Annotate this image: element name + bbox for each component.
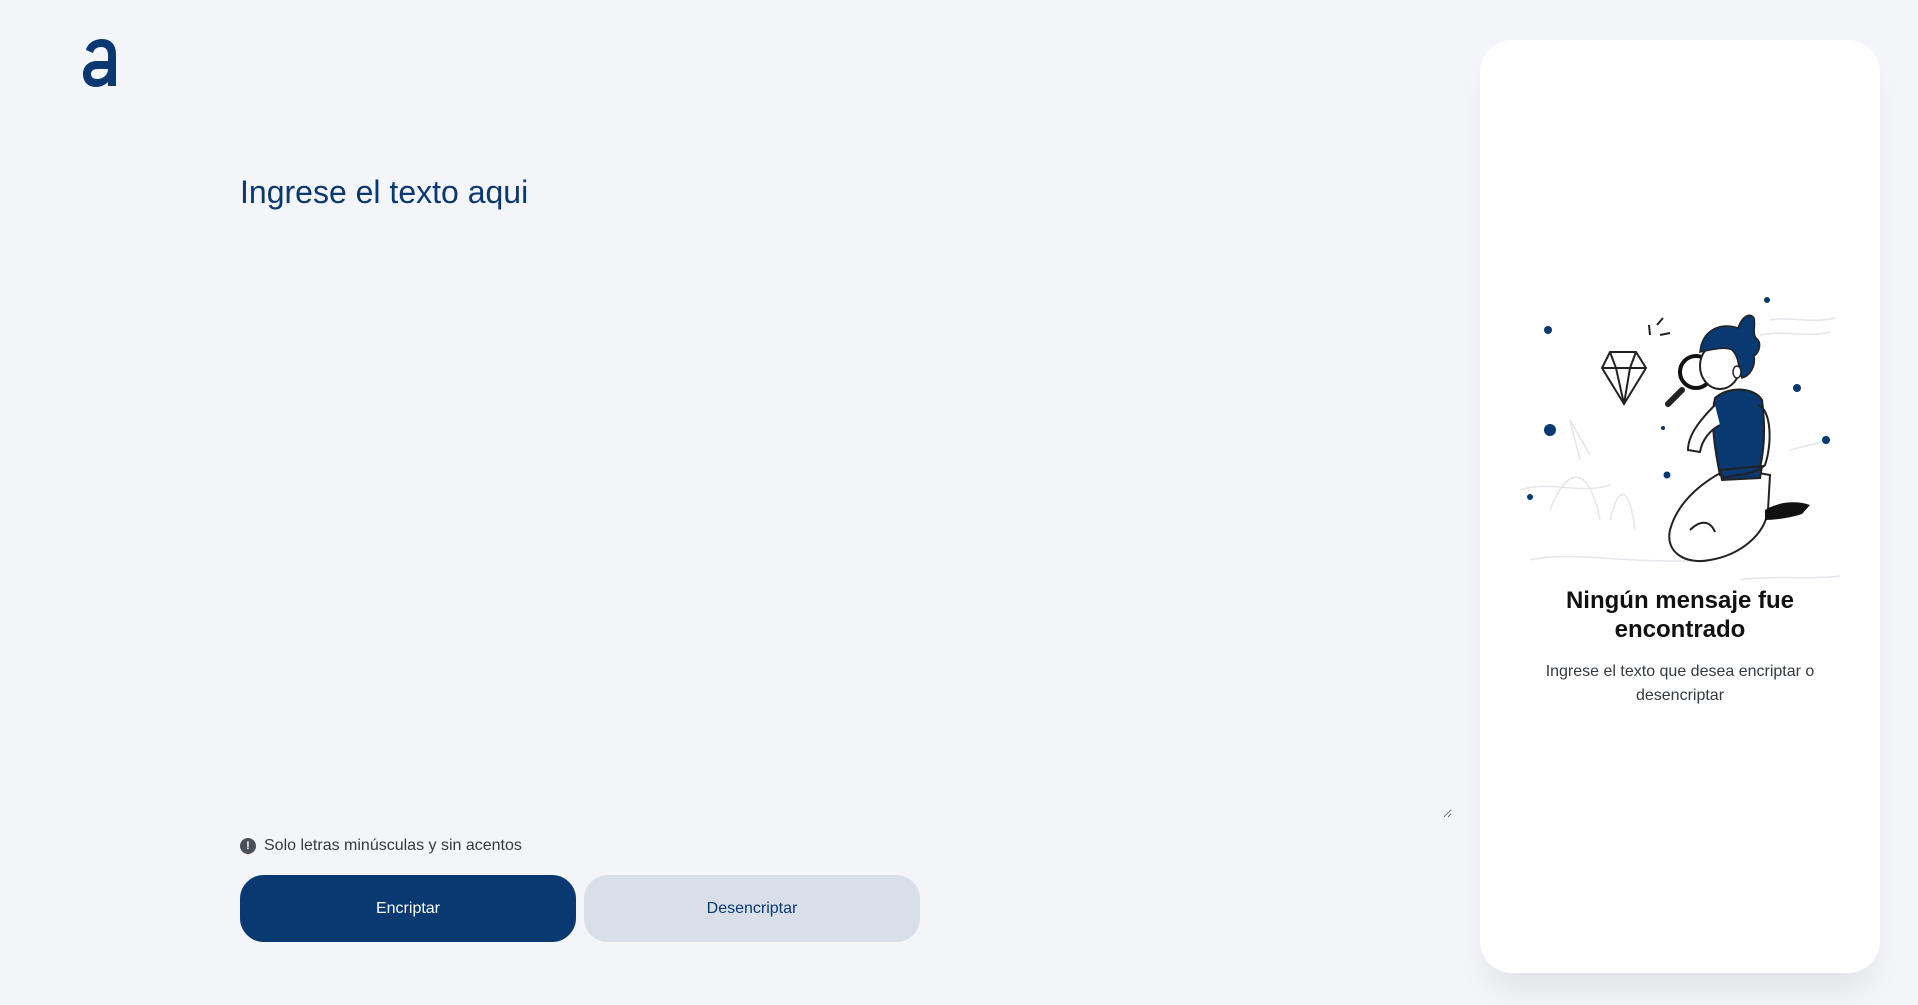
output-panel: Ningún mensaje fue encontrado Ingrese el… [1480,40,1880,973]
alura-logo-icon [83,39,116,87]
man-with-magnifier-illustration [1519,297,1841,581]
empty-state-text: Ingrese el texto que desea encriptar o d… [1545,663,1815,704]
empty-state-title: Ningún mensaje fue encontrado [1565,587,1795,643]
hint-text: Solo letras minúsculas y sin acentos [264,837,522,854]
decrypt-button[interactable]: Desencriptar [584,875,920,942]
message-input[interactable] [240,168,1452,818]
exclamation-circle-icon: ! [240,838,256,854]
encrypt-button[interactable]: Encriptar [240,875,576,942]
input-hint: ! Solo letras minúsculas y sin acentos [240,834,522,858]
